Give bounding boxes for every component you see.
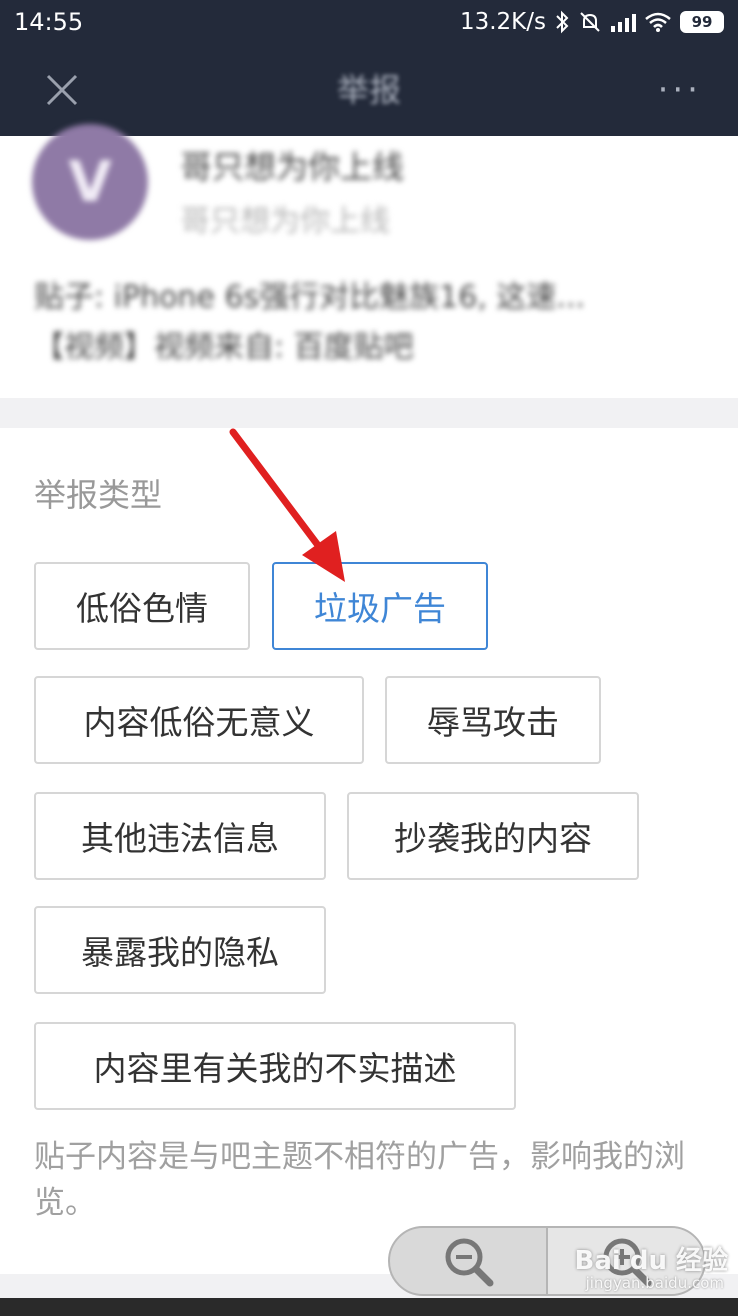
option-plagiarism[interactable]: 抄袭我的内容 (347, 792, 639, 880)
option-vulgar[interactable]: 低俗色情 (34, 562, 250, 650)
wifi-icon (645, 12, 671, 32)
status-bar: 14:55 13.2K/s 99 (0, 0, 738, 44)
post-author-name: 哥只想为你上线 (180, 148, 405, 186)
post-author-subtitle: 哥只想为你上线 (180, 204, 390, 239)
post-preview: V 哥只想为你上线 哥只想为你上线 贴子: iPhone 6s强行对比魅族16,… (0, 124, 738, 398)
section-title: 举报类型 (34, 476, 163, 514)
zoom-out-button[interactable] (390, 1228, 546, 1294)
bottom-strip (0, 1298, 738, 1316)
status-time: 14:55 (14, 8, 84, 36)
avatar: V (32, 124, 148, 240)
bluetooth-icon (556, 10, 569, 34)
option-meaningless[interactable]: 内容低俗无意义 (34, 676, 364, 764)
signal-icon (611, 14, 636, 32)
more-button[interactable]: ··· (658, 70, 702, 110)
zoom-out-icon (445, 1238, 494, 1287)
option-false-description[interactable]: 内容里有关我的不实描述 (34, 1022, 516, 1110)
post-source: 【视频】视频来自: 百度贴吧 (34, 330, 414, 365)
status-icons: 13.2K/s 99 (460, 9, 724, 35)
option-privacy[interactable]: 暴露我的隐私 (34, 906, 326, 994)
option-illegal[interactable]: 其他违法信息 (34, 792, 326, 880)
option-description: 贴子内容是与吧主题不相符的广告，影响我的浏览。 (34, 1139, 685, 1221)
battery-icon: 99 (680, 11, 724, 33)
option-abuse[interactable]: 辱骂攻击 (385, 676, 601, 764)
option-spam-ad[interactable]: 垃圾广告 (272, 562, 488, 650)
watermark-logo: Bai du 经验 (574, 1246, 729, 1276)
post-title: 贴子: iPhone 6s强行对比魅族16, 这速... (34, 280, 586, 315)
close-icon[interactable] (40, 68, 84, 112)
mute-icon (580, 12, 600, 32)
watermark-url: jingyan.baidu.com (585, 1274, 724, 1292)
network-speed: 13.2K/s (459, 9, 546, 35)
report-section: 举报类型 低俗色情 垃圾广告 内容低俗无意义 辱骂攻击 其他违法信息 抄袭我的内… (0, 428, 738, 1274)
page-title: 举报 (336, 71, 401, 109)
nav-bar: 举报 ··· (0, 44, 738, 136)
